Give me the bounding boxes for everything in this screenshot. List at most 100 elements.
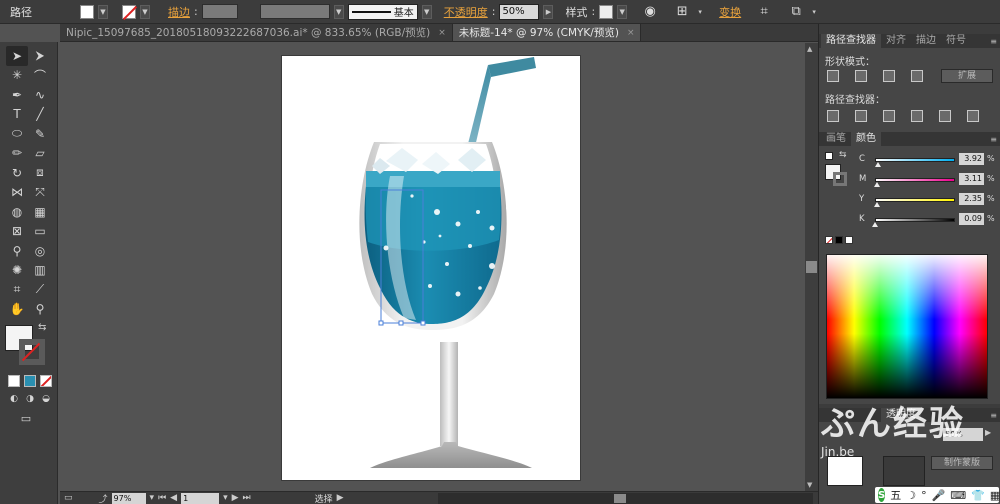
column-graph-tool-icon[interactable]: ▥ bbox=[29, 261, 51, 281]
draw-normal-icon[interactable]: ◐ bbox=[8, 393, 20, 405]
stroke-color-chip[interactable] bbox=[833, 172, 847, 186]
stroke-label[interactable]: 描边 bbox=[168, 4, 190, 20]
ime-toolbar[interactable]: S 五 ☽ ° 🎤 ⌨ 👕 ▦ bbox=[875, 487, 1000, 503]
slider-knob[interactable] bbox=[874, 182, 881, 187]
panel-menu-icon[interactable]: ≡ bbox=[990, 411, 997, 420]
sogou-icon[interactable]: S bbox=[878, 488, 886, 502]
punctuation-icon[interactable]: ° bbox=[921, 489, 927, 502]
tab-color[interactable]: 颜色 bbox=[851, 132, 881, 146]
none-swatch-icon[interactable] bbox=[825, 236, 833, 244]
slider-knob[interactable] bbox=[872, 222, 879, 227]
opacity-label[interactable]: 不透明度 bbox=[444, 4, 488, 20]
artboard-number-field[interactable]: 1 bbox=[181, 492, 220, 504]
white-swatch[interactable] bbox=[845, 236, 853, 244]
tab-nipic-document[interactable]: Nipic_15097685_20180518093222687036.ai* … bbox=[60, 24, 453, 41]
minus-front-icon[interactable] bbox=[855, 70, 867, 82]
selection-handle[interactable] bbox=[420, 320, 426, 326]
horizontal-scrollbar[interactable] bbox=[438, 493, 813, 504]
channel-value[interactable]: 0.09 bbox=[959, 213, 984, 225]
scale-tool-icon[interactable]: ⧈ bbox=[29, 163, 51, 183]
slider-knob[interactable] bbox=[875, 162, 882, 167]
zoom-tool-icon[interactable]: ⚲ bbox=[29, 300, 51, 320]
type-tool-icon[interactable]: T bbox=[6, 105, 28, 125]
outline-icon[interactable] bbox=[939, 110, 951, 122]
align-grid-icon[interactable]: ⊞ bbox=[673, 3, 691, 21]
selection-handle[interactable] bbox=[398, 320, 404, 326]
graphic-style-swatch[interactable] bbox=[599, 4, 614, 19]
opacity-field[interactable]: 50% bbox=[499, 3, 540, 20]
slider-knob[interactable] bbox=[873, 202, 880, 207]
open-icon[interactable]: ⤴ bbox=[99, 492, 108, 504]
black-slider[interactable]: K 0.09 % bbox=[859, 213, 995, 227]
slice-tool-icon[interactable]: ⟋ bbox=[29, 280, 51, 300]
magenta-slider[interactable]: M 3.11 % bbox=[859, 173, 995, 187]
slider-track[interactable] bbox=[875, 218, 955, 222]
close-icon[interactable]: × bbox=[438, 28, 446, 38]
shape-builder-tool-icon[interactable]: ◍ bbox=[6, 202, 28, 222]
stroke-weight-field[interactable] bbox=[201, 4, 238, 19]
selection-handle[interactable] bbox=[378, 320, 384, 326]
fill-dropdown-icon[interactable]: ▼ bbox=[98, 4, 108, 19]
zoom-field[interactable]: 97% bbox=[111, 492, 146, 504]
variable-width-dropdown-icon[interactable]: ▼ bbox=[333, 4, 344, 19]
screen-mode-icon[interactable]: ▭ bbox=[16, 411, 36, 425]
fill-swatch[interactable] bbox=[80, 4, 94, 19]
opacity-dropdown-icon[interactable]: ▶ bbox=[543, 4, 554, 19]
slider-track[interactable] bbox=[875, 158, 955, 162]
cyan-slider[interactable]: C 3.92 % bbox=[859, 153, 995, 167]
draw-behind-icon[interactable]: ◑ bbox=[24, 393, 36, 405]
mask-thumbnail[interactable] bbox=[883, 456, 925, 486]
style-dropdown-icon[interactable]: ▼ bbox=[617, 4, 628, 19]
last-artboard-icon[interactable]: ⏭ bbox=[243, 493, 251, 503]
perspective-grid-tool-icon[interactable]: ▦ bbox=[29, 202, 51, 222]
gradient-mode-icon[interactable] bbox=[24, 375, 36, 387]
arrange-dropdown-icon[interactable]: ▾ bbox=[809, 5, 819, 19]
zoom-dropdown-icon[interactable]: ▾ bbox=[150, 493, 155, 503]
vertical-scrollbar[interactable]: ▲ ▼ bbox=[805, 43, 818, 491]
crop-icon[interactable] bbox=[911, 110, 923, 122]
default-colors-icon[interactable] bbox=[825, 152, 833, 160]
brush-dropdown-icon[interactable]: ▼ bbox=[421, 4, 432, 19]
scroll-down-icon[interactable]: ▼ bbox=[807, 481, 812, 489]
stroke-swatch[interactable] bbox=[122, 4, 136, 19]
status-menu-icon[interactable]: ▶ bbox=[337, 493, 344, 503]
channel-value[interactable]: 3.92 bbox=[959, 153, 984, 165]
mesh-tool-icon[interactable]: ⊠ bbox=[6, 222, 28, 242]
slider-track[interactable] bbox=[875, 198, 955, 202]
curvature-tool-icon[interactable]: ∿ bbox=[29, 85, 51, 105]
stroke-dropdown-icon[interactable]: ▼ bbox=[140, 4, 150, 19]
hand-tool-icon[interactable]: ✋ bbox=[6, 300, 28, 320]
transform-link[interactable]: 变换 bbox=[719, 4, 741, 20]
first-artboard-icon[interactable]: ⏮ bbox=[158, 493, 166, 503]
moon-icon[interactable]: ☽ bbox=[906, 489, 916, 502]
tab-untitled-14[interactable]: 未标题-14* @ 97% (CMYK/预览) × bbox=[452, 24, 642, 41]
artboard[interactable] bbox=[281, 55, 581, 481]
tab-brushes[interactable]: 画笔 bbox=[821, 132, 851, 146]
align-dropdown-icon[interactable]: ▾ bbox=[695, 5, 705, 19]
grid-icon[interactable]: ▦ bbox=[990, 489, 1000, 502]
artboard-tool-icon[interactable]: ⌗ bbox=[6, 280, 28, 300]
mic-icon[interactable]: 🎤 bbox=[932, 489, 946, 502]
scroll-thumb[interactable] bbox=[806, 261, 817, 273]
pencil-tool-icon[interactable]: ✏ bbox=[6, 144, 28, 164]
channel-value[interactable]: 2.35 bbox=[959, 193, 984, 205]
channel-value[interactable]: 3.11 bbox=[959, 173, 984, 185]
selection-tool-icon[interactable]: ➤ bbox=[6, 46, 28, 66]
scroll-thumb[interactable] bbox=[614, 494, 626, 503]
scroll-up-icon[interactable]: ▲ bbox=[807, 45, 812, 53]
prev-artboard-icon[interactable]: ◀ bbox=[170, 493, 177, 503]
close-icon[interactable]: × bbox=[627, 28, 635, 38]
canvas-area[interactable] bbox=[60, 43, 805, 491]
artboard-dropdown-icon[interactable]: ▾ bbox=[223, 493, 228, 503]
color-mode-icon[interactable] bbox=[8, 375, 20, 387]
color-spectrum[interactable] bbox=[826, 254, 988, 399]
slider-track[interactable] bbox=[875, 178, 955, 182]
merge-icon[interactable] bbox=[883, 110, 895, 122]
isolate-icon[interactable]: ⌗ bbox=[755, 3, 773, 21]
variable-width-field[interactable] bbox=[259, 4, 330, 19]
swap-fill-stroke-icon[interactable]: ⇆ bbox=[38, 322, 46, 333]
expand-button[interactable]: 扩展 bbox=[941, 69, 993, 83]
tab-symbols[interactable]: 符号 bbox=[941, 34, 971, 48]
next-artboard-icon[interactable]: ▶ bbox=[232, 493, 239, 503]
panel-menu-icon[interactable]: ≡ bbox=[990, 37, 997, 46]
